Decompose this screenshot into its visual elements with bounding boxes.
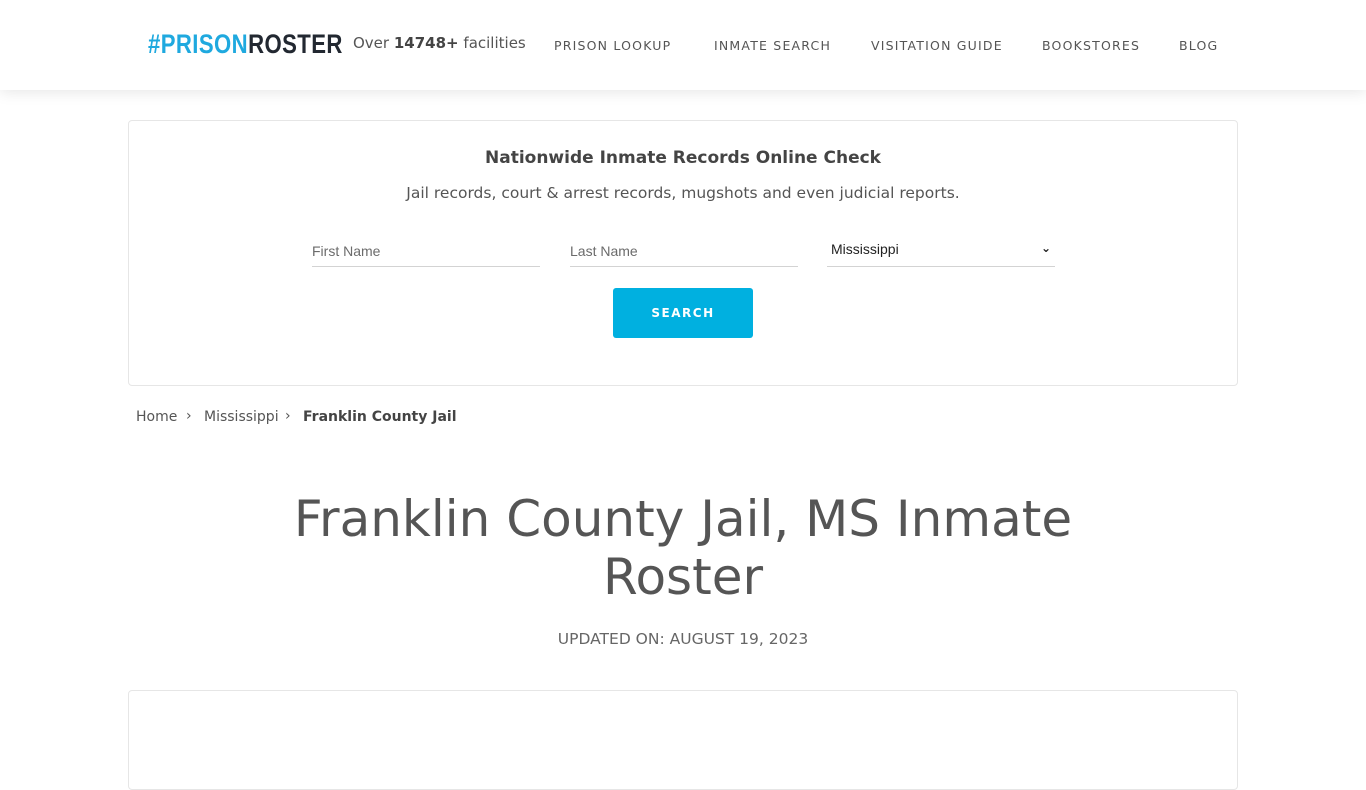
state-select[interactable]: Mississippi ⌄ (827, 235, 1055, 267)
logo-prison: PRISON (160, 29, 249, 59)
nav-blog[interactable]: BLOG (1179, 38, 1218, 53)
logo-roster: ROSTER (248, 29, 343, 59)
page-title: Franklin County Jail, MS Inmate Roster (293, 490, 1073, 606)
site-header: #PRISONROSTER Over 14748+ facilities PRI… (0, 0, 1366, 90)
nav-bookstores[interactable]: BOOKSTORES (1042, 38, 1140, 53)
updated-date: UPDATED ON: AUGUST 19, 2023 (557, 630, 809, 648)
site-logo[interactable]: #PRISONROSTER (148, 28, 343, 60)
nav-prison-lookup[interactable]: PRISON LOOKUP (554, 38, 671, 53)
search-card-title: Nationwide Inmate Records Online Check (485, 148, 881, 168)
breadcrumb-mississippi[interactable]: Mississippi (204, 409, 279, 425)
inmate-search-card: Nationwide Inmate Records Online Check J… (128, 120, 1238, 386)
content-card (128, 690, 1238, 790)
logo-hash: # (148, 29, 161, 59)
search-card-subtitle: Jail records, court & arrest records, mu… (406, 184, 960, 202)
facilities-suffix: facilities (463, 34, 526, 52)
facilities-prefix: Over (353, 34, 390, 52)
breadcrumb-current: Franklin County Jail (303, 409, 457, 425)
facilities-number: 14748+ (393, 34, 459, 52)
chevron-right-icon: › (285, 408, 291, 424)
first-name-input[interactable] (312, 235, 540, 267)
last-name-input[interactable] (570, 235, 798, 267)
state-select-value: Mississippi (831, 241, 899, 257)
chevron-down-icon: ⌄ (1040, 241, 1051, 255)
nav-inmate-search[interactable]: INMATE SEARCH (714, 38, 831, 53)
facilities-count: Over 14748+ facilities (353, 34, 526, 52)
search-button[interactable]: SEARCH (613, 288, 753, 338)
breadcrumb-home[interactable]: Home (136, 409, 177, 425)
chevron-right-icon: › (186, 408, 192, 424)
nav-visitation-guide[interactable]: VISITATION GUIDE (871, 38, 1003, 53)
